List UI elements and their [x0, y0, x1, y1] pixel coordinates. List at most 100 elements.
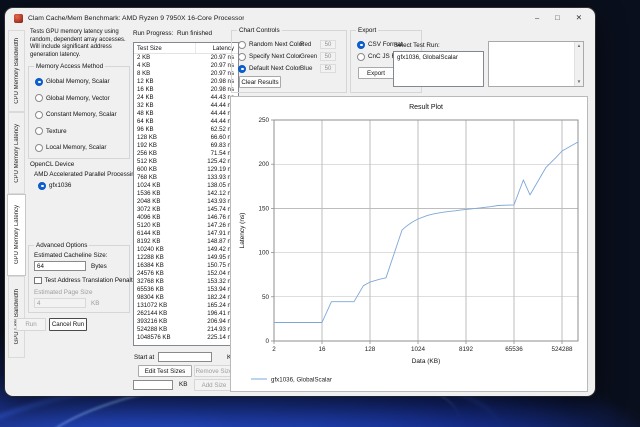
table-row[interactable]: 192 KB 69.83 ns: [134, 142, 238, 150]
radio-dot: [238, 40, 246, 49]
table-row[interactable]: 8192 KB 148.87 ns: [134, 238, 238, 246]
result-plot-chart: 2 16 128 1024 8192 65536 524288 0 50 100 150 200 250…: [239, 104, 579, 384]
green-value-input[interactable]: 50: [320, 52, 336, 61]
table-row[interactable]: 131072 KB 165.24 ns: [134, 302, 238, 310]
table-row[interactable]: 1048576 KB 225.14 ns: [134, 334, 238, 342]
radio-label: Local Memory, Scalar: [46, 144, 107, 151]
tab-gpu-memory-latency[interactable]: GPU Memory Latency: [7, 194, 26, 276]
run-button[interactable]: Run: [16, 318, 46, 331]
table-row[interactable]: 4096 KB 146.76 ns: [134, 214, 238, 222]
radio-local-memory-scalar[interactable]: Local Memory, Scalar: [35, 143, 117, 152]
tab-label: CPU Memory Bandwidth: [13, 38, 20, 104]
table-row[interactable]: 1536 KB 142.12 ns: [134, 190, 238, 198]
table-row[interactable]: 262144 KB 196.41 ns: [134, 310, 238, 318]
blue-value-input[interactable]: 50: [320, 64, 336, 73]
tab-gpu-link-bandwidth[interactable]: GPU Link Bandwidth: [8, 276, 25, 358]
test-size-cell: 2048 KB: [137, 198, 161, 205]
add-size-input[interactable]: [133, 380, 173, 390]
table-row[interactable]: 65536 KB 153.94 ns: [134, 286, 238, 294]
scroll-down-arrow-icon[interactable]: ▼: [577, 79, 581, 85]
table-row[interactable]: 64 KB 44.44 ns: [134, 118, 238, 126]
table-row[interactable]: 393216 KB 206.94 ns: [134, 318, 238, 326]
tab-cpu-memory-bandwidth[interactable]: CPU Memory Bandwidth: [8, 30, 25, 112]
list-item[interactable]: gfx1036, GlobalScalar: [394, 52, 483, 61]
table-row[interactable]: 8 KB 20.97 ns: [134, 70, 238, 78]
radio-default-next-color[interactable]: Default Next Color: [238, 64, 304, 73]
red-value-input[interactable]: 50: [320, 40, 336, 49]
table-row[interactable]: 2 KB 20.97 ns: [134, 54, 238, 62]
radio-label: Global Memory, Vector: [46, 94, 110, 102]
checkbox-box: [34, 276, 42, 285]
tab-label: GPU Memory Latency: [13, 205, 20, 265]
start-at-input[interactable]: [158, 352, 212, 362]
remove-size-button[interactable]: Remove Size: [194, 365, 234, 377]
table-row[interactable]: 98304 KB 182.24 ns: [134, 294, 238, 302]
table-row[interactable]: 16 KB 20.98 ns: [134, 86, 238, 94]
group-title: Memory Access Method: [34, 63, 106, 70]
results-text-box[interactable]: ▲ ▼: [488, 41, 584, 87]
cacheline-size-input[interactable]: [34, 261, 86, 271]
result-plot-panel: 2 16 128 1024 8192 65536 524288 0 50 100 150 200 250…: [230, 96, 588, 392]
group-title: Advanced Options: [34, 242, 90, 249]
test-size-cell: 24 KB: [137, 94, 154, 101]
group-title: Export: [356, 27, 379, 34]
table-row[interactable]: 16384 KB 150.75 ns: [134, 262, 238, 270]
svg-text:8192: 8192: [459, 346, 474, 353]
clear-results-button[interactable]: Clear Results: [239, 76, 281, 88]
maximize-button[interactable]: □: [555, 8, 560, 28]
export-button[interactable]: Export: [358, 67, 394, 79]
radio-global-memory-scalar[interactable]: Global Memory, Scalar: [35, 77, 117, 86]
radio-random-next-color[interactable]: Random Next Color: [238, 40, 304, 49]
table-row[interactable]: 4 KB 20.97 ns: [134, 62, 238, 70]
table-row[interactable]: 12288 KB 149.95 ns: [134, 254, 238, 262]
table-row[interactable]: 6144 KB 147.91 ns: [134, 230, 238, 238]
radio-constant-memory-scalar[interactable]: Constant Memory, Scalar: [35, 110, 117, 119]
table-row[interactable]: 24 KB 44.43 ns: [134, 94, 238, 102]
add-size-button[interactable]: Add Size: [194, 379, 234, 391]
table-row[interactable]: 32 KB 44.44 ns: [134, 102, 238, 110]
run-progress-label: Run Progress:: [133, 30, 174, 37]
scrollbar[interactable]: ▲ ▼: [574, 42, 583, 86]
radio-gfx1036[interactable]: gfx1036: [38, 181, 71, 190]
table-row[interactable]: 512 KB 125.42 ns: [134, 158, 238, 166]
radio-label: Constant Memory, Scalar: [46, 111, 117, 118]
page-size-input: [34, 298, 86, 308]
radio-texture[interactable]: Texture: [35, 127, 117, 136]
table-row[interactable]: 10240 KB 149.42 ns: [134, 246, 238, 254]
radio-label: Random Next Color: [249, 41, 305, 48]
table-row[interactable]: 600 KB 129.19 ns: [134, 166, 238, 174]
minimize-button[interactable]: –: [535, 8, 539, 28]
table-row[interactable]: 768 KB 133.93 ns: [134, 174, 238, 182]
radio-global-memory-vector[interactable]: Global Memory, Vector: [35, 94, 117, 103]
window-title: Clam Cache/Mem Benchmark: AMD Ryzen 9 79…: [28, 14, 245, 22]
select-test-run-label: Select Test Run:: [394, 42, 440, 49]
table-row[interactable]: 12 KB 20.98 ns: [134, 78, 238, 86]
table-row[interactable]: 48 KB 44.44 ns: [134, 110, 238, 118]
table-row[interactable]: 128 KB 66.60 ns: [134, 134, 238, 142]
table-row[interactable]: 96 KB 62.52 ns: [134, 126, 238, 134]
column-header-test-size[interactable]: Test Size: [134, 43, 196, 53]
table-row[interactable]: 2048 KB 143.93 ns: [134, 198, 238, 206]
test-size-cell: 524288 KB: [137, 326, 168, 333]
table-row[interactable]: 524288 KB 214.93 ns: [134, 326, 238, 334]
chart-controls-group: Chart Controls Random Next Color Specify …: [231, 27, 347, 93]
table-row[interactable]: 1024 KB 138.05 ns: [134, 182, 238, 190]
translation-penalties-checkbox[interactable]: Test Address Translation Penalties: [34, 276, 141, 285]
rgb-color-fields: Red 50 Green 50 Blue 50: [300, 40, 336, 73]
edit-test-sizes-button[interactable]: Edit Test Sizes: [138, 365, 192, 377]
tab-cpu-memory-latency[interactable]: CPU Memory Latency: [8, 112, 25, 194]
test-size-cell: 5120 KB: [137, 222, 161, 229]
table-row[interactable]: 24576 KB 152.04 ns: [134, 270, 238, 278]
close-button[interactable]: ✕: [576, 8, 582, 28]
radio-specify-next-color[interactable]: Specify Next Color: [238, 52, 304, 61]
radio-label: Global Memory, Scalar: [46, 78, 110, 85]
table-row[interactable]: 5120 KB 147.26 ns: [134, 222, 238, 230]
scroll-up-arrow-icon[interactable]: ▲: [577, 43, 581, 49]
svg-text:2: 2: [272, 346, 276, 353]
window-controls: – □ ✕: [535, 8, 586, 28]
radio-dot: [238, 64, 246, 73]
cancel-run-button[interactable]: Cancel Run: [49, 318, 87, 331]
table-row[interactable]: 3072 KB 145.74 ns: [134, 206, 238, 214]
table-row[interactable]: 256 KB 71.54 ns: [134, 150, 238, 158]
table-row[interactable]: 32768 KB 153.32 ns: [134, 278, 238, 286]
